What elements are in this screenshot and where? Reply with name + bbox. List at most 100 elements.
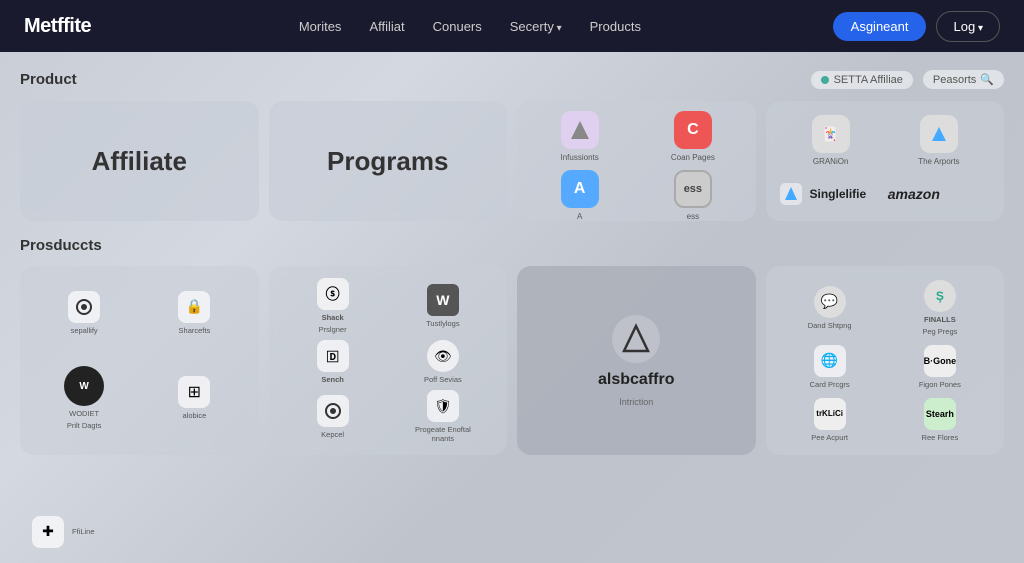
granion-icon: 🃏 — [812, 115, 850, 153]
tustly-label: Tustlylogs — [426, 319, 459, 328]
app-progeate[interactable]: 🛡 Progeate Enoftal nnants — [391, 390, 495, 443]
nav-morites[interactable]: Morites — [299, 19, 342, 34]
products-section-header: Prosduccts — [20, 237, 1004, 254]
navbar: Metffite Morites Affiliat Conuers Secert… — [0, 0, 1024, 52]
card-prcgrs-label: Card Prcgrs — [810, 380, 850, 389]
log-button[interactable]: Log — [936, 11, 1000, 42]
logo: Metffite — [24, 15, 91, 38]
app-trklici[interactable]: trKLiCi Pee Acpurt — [778, 396, 882, 443]
sench-name: Sench — [321, 375, 344, 384]
sharcefts-icon: 🔒 — [178, 291, 210, 323]
sharcefts-label: Sharcefts — [179, 326, 211, 335]
tustly-icon: W — [427, 284, 459, 316]
search-bar[interactable]: Peasorts 🔍 — [923, 70, 1004, 89]
product-section-header: Product SETTA Affiliae Peasorts 🔍 — [20, 70, 1004, 89]
affiliate-tile[interactable]: Affiliate — [20, 101, 259, 221]
app-granion[interactable]: 🃏 GRANiOn — [780, 111, 882, 171]
programs-label: Programs — [327, 146, 448, 177]
stearh-label: Ree Flores — [922, 433, 959, 442]
feature-tile[interactable]: alsbcaffro Intriction — [517, 266, 756, 455]
product-card-2: ⓢ Shack Prslgner W Tustlylogs 🄳 Sench 👁 … — [269, 266, 508, 455]
app-infussionts[interactable]: Infussionts — [527, 111, 632, 162]
wodiet-sub: Prilt Dagts — [67, 421, 102, 430]
kepcel-label: Kepcel — [321, 430, 344, 439]
shack-label: Shack — [322, 313, 344, 322]
app-ess[interactable]: ess ess — [640, 170, 745, 221]
app-finalls[interactable]: Ş FINALLS Peg Pregs — [888, 278, 992, 337]
shack-sub: Prslgner — [319, 325, 347, 334]
product-card-1: sepallify 🔒 Sharcefts W WODIET Prilt Dag… — [20, 266, 259, 455]
ffiline-icon: ✚ — [32, 516, 64, 548]
a-label: A — [577, 212, 582, 221]
apps-grid: Infussionts C Coan Pages A A ess — [527, 111, 746, 211]
finalls-icon: Ş — [924, 280, 956, 312]
main-content: Product SETTA Affiliae Peasorts 🔍 Affili… — [0, 52, 1024, 563]
figon-label: Figon Pones — [919, 380, 961, 389]
asgineant-button[interactable]: Asgineant — [833, 12, 927, 41]
card2-grid: ⓢ Shack Prslgner W Tustlylogs 🄳 Sench 👁 … — [281, 278, 496, 443]
app-dand[interactable]: 💬 Dand Shtpng — [778, 278, 882, 337]
app-shack[interactable]: ⓢ Shack Prslgner — [281, 278, 385, 334]
affiliate-label: Affiliate — [92, 146, 187, 177]
granion-label: GRANiOn — [813, 157, 849, 166]
app-alobice[interactable]: ⊞ alobice — [142, 354, 246, 444]
app-sharcefts[interactable]: 🔒 Sharcefts — [142, 278, 246, 348]
setta-label: SETTA Affiliae — [834, 74, 903, 86]
ffiline-row[interactable]: ✚ FfiLine — [32, 449, 247, 563]
singlelifie-icon — [780, 183, 802, 205]
nav-conuers[interactable]: Conuers — [433, 19, 482, 34]
infussionts-label: Infussionts — [561, 153, 599, 162]
nav-affiliat[interactable]: Affiliat — [369, 19, 404, 34]
arports-icon — [920, 115, 958, 153]
trklici-icon: trKLiCi — [814, 398, 846, 430]
setta-dot — [821, 76, 829, 84]
card4-grid: 💬 Dand Shtpng Ş FINALLS Peg Pregs 🌐 Card… — [778, 278, 993, 443]
amazon-name: amazon — [888, 186, 940, 202]
programs-tile[interactable]: Programs — [269, 101, 508, 221]
setta-badge: SETTA Affiliae — [811, 71, 913, 89]
sepallify-icon — [68, 291, 100, 323]
wodiet-label: WODIET — [69, 409, 99, 418]
trklici-label: Pee Acpurt — [811, 433, 848, 442]
app-coan[interactable]: C Coan Pages — [640, 111, 745, 162]
search-icon[interactable]: 🔍 — [980, 73, 994, 86]
card1-grid: sepallify 🔒 Sharcefts W WODIET Prilt Dag… — [32, 278, 247, 443]
stearh-icon: Stearh — [924, 398, 956, 430]
shack-icon: ⓢ — [317, 278, 349, 310]
nav-products[interactable]: Products — [590, 19, 641, 34]
ess-icon: ess — [674, 170, 712, 208]
dand-icon: 💬 — [814, 286, 846, 318]
poff-icon: 👁 — [427, 340, 459, 372]
products-grid: sepallify 🔒 Sharcefts W WODIET Prilt Dag… — [20, 266, 1004, 455]
app-kepcel[interactable]: Kepcel — [281, 390, 385, 443]
app-tustly[interactable]: W Tustlylogs — [391, 278, 495, 334]
app-figon[interactable]: B·Gone Figon Pones — [888, 343, 992, 390]
poff-label: Poff Sevias — [424, 375, 462, 384]
alobice-icon: ⊞ — [178, 376, 210, 408]
nav-actions: Asgineant Log — [833, 11, 1000, 42]
feature-name: alsbcaffro — [598, 371, 674, 389]
nav-secerty[interactable]: Secerty — [510, 19, 562, 34]
peg-label: Peg Pregs — [922, 327, 957, 336]
app-sench[interactable]: 🄳 Sench — [281, 340, 385, 384]
ffiline-label: FfiLine — [72, 527, 95, 536]
app-arports[interactable]: The Arports — [888, 111, 990, 171]
wodiet-icon: W — [64, 366, 104, 406]
products-title: Prosduccts — [20, 237, 102, 254]
singlelifie-row[interactable]: Singlelifie — [780, 177, 882, 212]
dand-label: Dand Shtpng — [808, 321, 852, 330]
product-grid: Affiliate Programs Infussionts C Coan P — [20, 101, 1004, 221]
amazon-row[interactable]: amazon — [888, 177, 990, 212]
coan-icon: C — [674, 111, 712, 149]
section-controls: SETTA Affiliae Peasorts 🔍 — [811, 70, 1004, 89]
alobice-label: alobice — [182, 411, 206, 420]
feature-sub: Intriction — [619, 397, 653, 407]
a-icon: A — [561, 170, 599, 208]
app-poff[interactable]: 👁 Poff Sevias — [391, 340, 495, 384]
app-a[interactable]: A A — [527, 170, 632, 221]
app-sepallify[interactable]: sepallify — [32, 278, 136, 348]
app-wodiet[interactable]: W WODIET Prilt Dagts — [32, 354, 136, 444]
app-stearh[interactable]: Stearh Ree Flores — [888, 396, 992, 443]
app-card-prcgrs[interactable]: 🌐 Card Prcgrs — [778, 343, 882, 390]
sench-icon: 🄳 — [317, 340, 349, 372]
